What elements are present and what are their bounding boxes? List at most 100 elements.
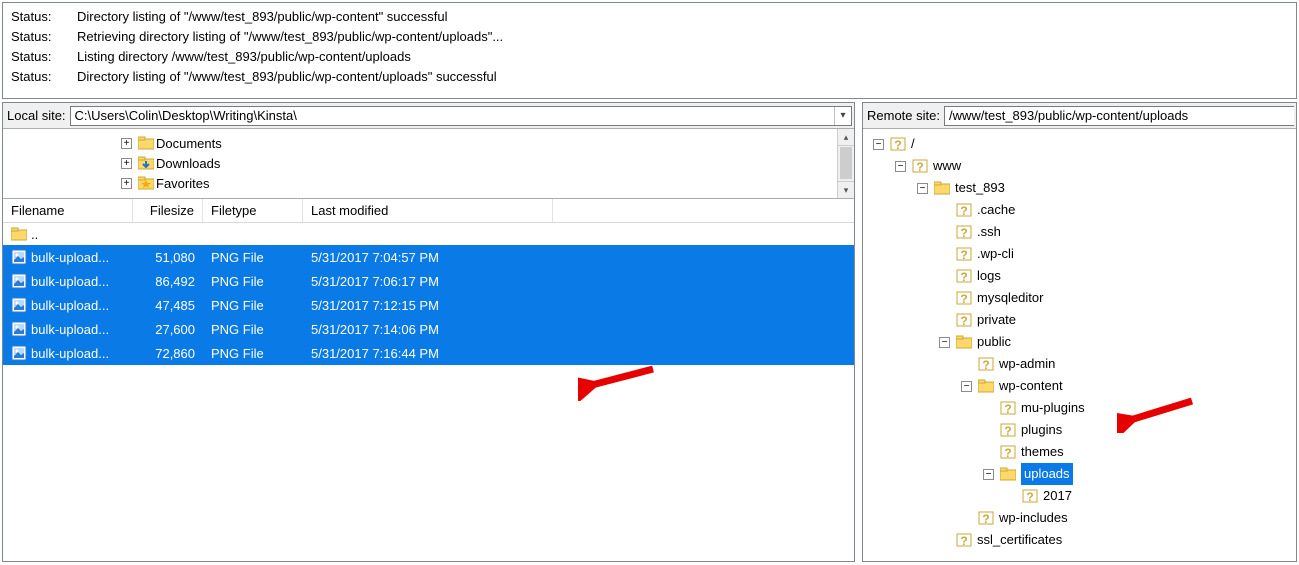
remote-tree-item[interactable]: ?wp-includes [865, 507, 1294, 529]
local-dir-tree[interactable]: + Documents + Downloads + [3, 129, 854, 199]
remote-tree-item[interactable]: ? plugins [865, 419, 1294, 441]
file-modified: 5/31/2017 7:04:57 PM [303, 250, 553, 265]
tree-item-label: Documents [156, 136, 222, 151]
file-size: 47,485 [133, 298, 203, 313]
expand-icon[interactable]: − [917, 183, 928, 194]
remote-tree-item[interactable]: ? .wp-cli [865, 243, 1294, 265]
remote-tree-label: wp-includes [999, 507, 1068, 529]
svg-text:?: ? [960, 248, 967, 262]
folder-icon [1000, 467, 1016, 481]
remote-tree-item[interactable]: ?mysqleditor [865, 287, 1294, 309]
remote-tree-item[interactable]: −public [865, 331, 1294, 353]
tree-item-favorites[interactable]: + Favorites [3, 173, 854, 193]
folder-icon [978, 379, 994, 393]
unknown-folder-icon: ? [956, 202, 972, 218]
expand-icon[interactable]: − [873, 139, 884, 150]
unknown-folder-icon: ? [956, 312, 972, 328]
file-row[interactable]: bulk-upload...51,080PNG File5/31/2017 7:… [3, 245, 854, 269]
tree-item-documents[interactable]: + Documents [3, 133, 854, 153]
expand-icon[interactable]: − [961, 381, 972, 392]
image-file-icon [11, 249, 27, 265]
image-file-icon [11, 345, 27, 361]
remote-tree-item[interactable]: ?private [865, 309, 1294, 331]
svg-text:?: ? [1026, 490, 1033, 504]
scroll-down-icon[interactable]: ▾ [838, 181, 854, 198]
expand-icon[interactable]: − [895, 161, 906, 172]
status-message: Listing directory /www/test_893/public/w… [77, 47, 411, 67]
svg-text:?: ? [982, 358, 989, 372]
scroll-up-icon[interactable]: ▴ [838, 129, 854, 146]
local-file-list[interactable]: .. bulk-upload...51,080PNG File5/31/2017… [3, 223, 854, 561]
expand-icon[interactable]: − [939, 337, 950, 348]
status-message: Directory listing of "/www/test_893/publ… [77, 67, 497, 87]
unknown-folder-icon: ? [978, 356, 994, 372]
remote-tree-label: mu-plugins [1021, 397, 1085, 419]
remote-tree-item[interactable]: ?.cache [865, 199, 1294, 221]
remote-tree-item[interactable]: ? 2017 [865, 485, 1294, 507]
remote-pane: Remote site: −?/−?www−test_893?.cache?.s… [862, 102, 1297, 562]
scroll-thumb[interactable] [840, 147, 852, 179]
remote-tree-item[interactable]: −?www [865, 155, 1294, 177]
remote-tree-item[interactable]: ?wp-admin [865, 353, 1294, 375]
file-row[interactable]: bulk-upload...27,600PNG File5/31/2017 7:… [3, 317, 854, 341]
tree-item-label: Favorites [156, 176, 209, 191]
status-row: Status: Directory listing of "/www/test_… [11, 7, 1288, 27]
file-modified: 5/31/2017 7:14:06 PM [303, 322, 553, 337]
remote-tree-label: www [933, 155, 961, 177]
remote-tree-item[interactable]: − test_893 [865, 177, 1294, 199]
remote-path-combo[interactable] [944, 106, 1294, 126]
remote-dir-tree[interactable]: −?/−?www−test_893?.cache?.ssh?.wp-cli?lo… [863, 129, 1296, 561]
remote-tree-item[interactable]: −? / [865, 133, 1294, 155]
remote-tree-item[interactable]: ?themes [865, 441, 1294, 463]
remote-tree-item[interactable]: ?mu-plugins [865, 397, 1294, 419]
remote-tree-label: test_893 [955, 177, 1005, 199]
scrollbar[interactable]: ▴ ▾ [837, 129, 854, 198]
status-message: Retrieving directory listing of "/www/te… [77, 27, 503, 47]
unknown-folder-icon: ? [956, 268, 972, 284]
remote-tree-item[interactable]: −wp-content [865, 375, 1294, 397]
status-message: Directory listing of "/www/test_893/publ… [77, 7, 448, 27]
file-list-headers: Filename Filesize Filetype Last modified [3, 199, 854, 223]
remote-tree-item[interactable]: ?.ssh [865, 221, 1294, 243]
file-type: PNG File [203, 274, 303, 289]
image-file-icon [11, 321, 27, 337]
status-label: Status: [11, 67, 77, 87]
local-path-input[interactable] [75, 107, 834, 125]
header-lastmodified[interactable]: Last modified [303, 199, 553, 222]
remote-tree-item[interactable]: −uploads [865, 463, 1294, 485]
remote-site-label: Remote site: [865, 108, 944, 123]
parent-dir-row[interactable]: .. [3, 223, 854, 245]
expand-icon[interactable]: + [121, 158, 132, 169]
expand-icon[interactable]: + [121, 178, 132, 189]
dropdown-icon[interactable]: ▾ [834, 107, 851, 125]
unknown-folder-icon: ? [956, 532, 972, 548]
remote-tree-label: / [911, 133, 915, 155]
remote-path-input[interactable] [949, 107, 1294, 125]
local-path-combo[interactable]: ▾ [70, 106, 852, 126]
folder-icon [11, 227, 27, 241]
file-size: 51,080 [133, 250, 203, 265]
header-filetype[interactable]: Filetype [203, 199, 303, 222]
file-name: bulk-upload... [31, 346, 109, 361]
file-row[interactable]: bulk-upload...86,492PNG File5/31/2017 7:… [3, 269, 854, 293]
unknown-folder-icon: ? [956, 246, 972, 262]
remote-tree-label: 2017 [1043, 485, 1072, 507]
file-row[interactable]: bulk-upload...47,485PNG File5/31/2017 7:… [3, 293, 854, 317]
unknown-folder-icon: ? [1000, 422, 1016, 438]
remote-tree-label: .wp-cli [977, 243, 1014, 265]
remote-tree-item[interactable]: ?logs [865, 265, 1294, 287]
status-row: Status: Directory listing of "/www/test_… [11, 67, 1288, 87]
file-row[interactable]: bulk-upload...72,860PNG File5/31/2017 7:… [3, 341, 854, 365]
header-filesize[interactable]: Filesize [133, 199, 203, 222]
header-filename[interactable]: Filename [3, 199, 133, 222]
file-type: PNG File [203, 346, 303, 361]
tree-item-downloads[interactable]: + Downloads [3, 153, 854, 173]
remote-tree-label: plugins [1021, 419, 1062, 441]
svg-text:?: ? [1004, 424, 1011, 438]
remote-tree-item[interactable]: ?ssl_certificates [865, 529, 1294, 551]
svg-text:?: ? [894, 138, 901, 152]
unknown-folder-icon: ? [1000, 444, 1016, 460]
expand-icon[interactable]: − [983, 469, 994, 480]
file-modified: 5/31/2017 7:16:44 PM [303, 346, 553, 361]
expand-icon[interactable]: + [121, 138, 132, 149]
